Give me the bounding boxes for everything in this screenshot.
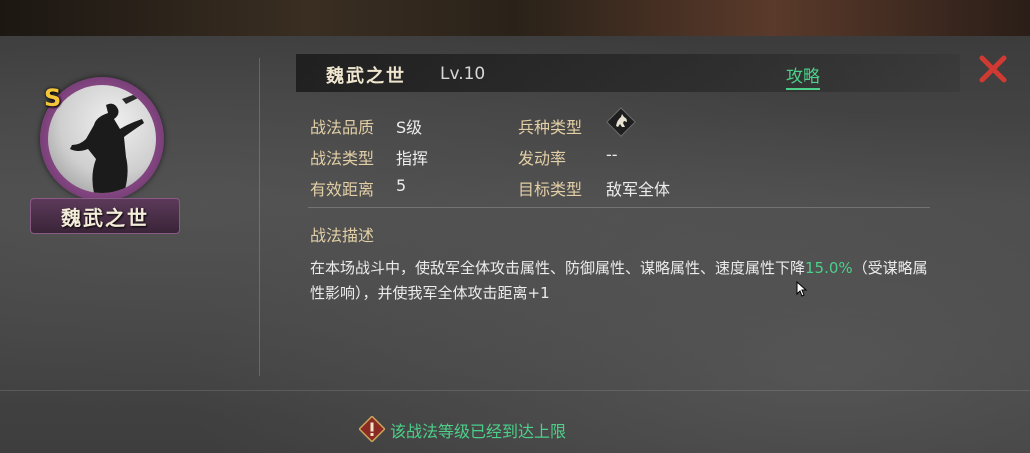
description-text: 在本场战斗中，使敌军全体攻击属性、防御属性、谋略属性、速度属性下降15.0%（受… [310,256,935,306]
panel-divider [0,390,1030,391]
attr-label-range: 有效距离 [310,180,375,199]
warning-icon [358,415,386,443]
guide-link[interactable]: 攻略 [786,62,820,90]
skill-portrait [48,85,156,193]
description-text-before: 在本场战斗中，使敌军全体攻击属性、防御属性、谋略属性、速度属性下降 [310,259,806,277]
attr-label-unit-type: 兵种类型 [518,118,583,137]
attr-value-target: 敌军全体 [606,180,671,199]
attr-value-range: 5 [396,176,407,195]
close-icon [979,55,1007,83]
skill-title: 魏武之世 [326,66,406,87]
portrait-skill-name: 魏武之世 [61,205,149,230]
close-button[interactable] [978,52,1010,84]
attr-value-quality: S级 [396,118,423,137]
attr-label-type: 战法类型 [310,149,375,168]
top-backdrop [0,0,1030,36]
grade-badge: S [44,84,62,112]
attr-label-target: 目标类型 [518,180,583,199]
description-highlight-value: 15.0% [805,259,853,277]
warrior-silhouette-icon [70,91,146,193]
skill-level: Lv.10 [440,64,486,84]
vertical-divider [259,58,260,376]
attr-value-trigger-rate: -- [606,145,618,164]
max-level-notice: 该战法等级已经到达上限 [390,422,567,441]
mouse-pointer-icon [796,280,808,297]
horse-unit-icon [606,107,636,137]
attributes-divider [308,207,930,208]
attr-value-type: 指挥 [396,149,429,168]
attr-label-quality: 战法品质 [310,118,375,137]
description-heading: 战法描述 [310,226,375,245]
portrait-name-plate: 魏武之世 [30,198,180,234]
attr-label-trigger-rate: 发动率 [518,149,567,168]
